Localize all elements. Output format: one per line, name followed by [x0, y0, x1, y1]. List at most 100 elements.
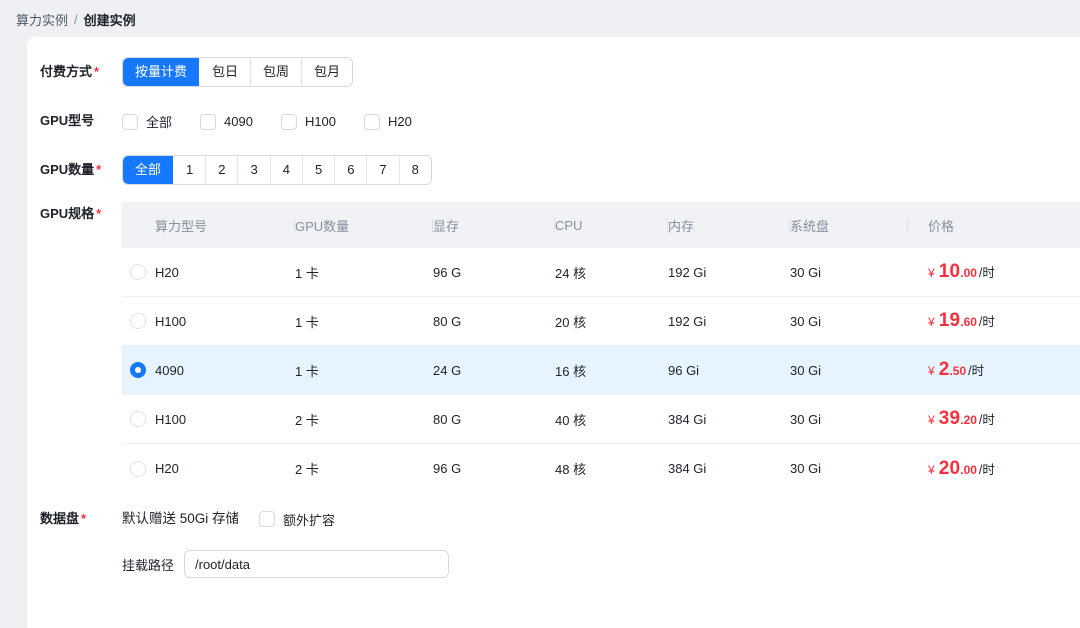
required-asterisk: * [81, 511, 86, 526]
spec-table-row-3[interactable]: H1002 卡80 G40 核384 Gi30 Gi¥39.20/时 [122, 395, 1080, 444]
spec-radio-0[interactable] [130, 264, 146, 280]
gpu-model-option-0[interactable]: 全部 [122, 112, 172, 131]
price-integer: 2 [939, 359, 950, 381]
payment-method-label: 付费方式* [40, 57, 122, 87]
breadcrumb-separator: / [74, 12, 78, 27]
spec-cell-memory: 384 Gi [668, 461, 790, 476]
gpu-count-option-3[interactable]: 3 [237, 156, 269, 184]
price-unit: /时 [979, 409, 995, 428]
spec-cell-cpu: 20 核 [555, 312, 668, 331]
spec-cell-cpu: 24 核 [555, 263, 668, 282]
extra-expand-label: 额外扩容 [283, 510, 335, 529]
spec-radio-cell [122, 264, 155, 280]
price-decimal: .50 [949, 364, 966, 378]
gpu-count-option-1[interactable]: 1 [173, 156, 205, 184]
gpu-count-row: GPU数量* 全部12345678 [27, 155, 1080, 185]
spec-header-col-0: 算力型号 [155, 216, 295, 235]
price-decimal: .00 [960, 463, 977, 477]
gpu-model-checkbox-1[interactable] [200, 114, 216, 130]
required-asterisk: * [94, 64, 99, 79]
gpu-model-label: GPU型号 [40, 112, 122, 129]
spec-cell-price: ¥19.60/时 [908, 310, 1080, 332]
spec-cell-gpu_count: 2 卡 [295, 410, 433, 429]
spec-radio-1[interactable] [130, 313, 146, 329]
gpu-model-option-1[interactable]: 4090 [200, 114, 253, 130]
create-instance-form-card: 付费方式* 按量计费包日包周包月 GPU型号 全部 4090 H100 H20 GPU… [27, 37, 1080, 628]
spec-cell-price: ¥10.00/时 [908, 261, 1080, 283]
extra-expand-option[interactable]: 额外扩容 [259, 510, 335, 529]
spec-cell-gpu_count: 1 卡 [295, 263, 433, 282]
gpu-count-option-7[interactable]: 7 [366, 156, 398, 184]
payment-option-0[interactable]: 按量计费 [123, 58, 199, 86]
spec-cell-system_disk: 30 Gi [790, 314, 908, 329]
payment-option-2[interactable]: 包周 [250, 58, 301, 86]
mount-path-input[interactable] [184, 550, 449, 578]
mount-path-content: 挂载路径 [122, 550, 449, 578]
spec-radio-2[interactable] [130, 362, 146, 378]
spec-header-col-1: GPU数量 [295, 216, 433, 235]
spec-cell-model: 4090 [155, 363, 295, 378]
spec-cell-vram: 80 G [433, 412, 555, 427]
gpu-model-checkbox-0[interactable] [122, 114, 138, 130]
spec-cell-gpu_count: 2 卡 [295, 459, 433, 478]
spec-radio-3[interactable] [130, 411, 146, 427]
spec-table-header: 算力型号GPU数量显存CPU内存系统盘价格 [122, 202, 1080, 248]
gpu-model-checkbox-2[interactable] [281, 114, 297, 130]
gpu-count-option-4[interactable]: 4 [270, 156, 302, 184]
gpu-model-option-label: 全部 [146, 112, 172, 131]
spec-radio-cell [122, 362, 155, 378]
spec-cell-gpu_count: 1 卡 [295, 361, 433, 380]
price-decimal: .60 [960, 315, 977, 329]
spec-cell-cpu: 16 核 [555, 361, 668, 380]
gpu-model-option-label: H100 [305, 114, 336, 129]
gpu-model-option-label: H20 [388, 114, 412, 129]
spec-cell-system_disk: 30 Gi [790, 265, 908, 280]
gpu-model-option-3[interactable]: H20 [364, 114, 412, 130]
data-disk-label: 数据盘* [40, 509, 122, 529]
spec-cell-vram: 96 G [433, 461, 555, 476]
gpu-spec-table: 算力型号GPU数量显存CPU内存系统盘价格 H201 卡96 G24 核192 … [122, 202, 1080, 493]
gpu-count-option-2[interactable]: 2 [205, 156, 237, 184]
spec-table-row-2[interactable]: 40901 卡24 G16 核96 Gi30 Gi¥2.50/时 [122, 346, 1080, 395]
extra-expand-checkbox[interactable] [259, 511, 275, 527]
spec-cell-price: ¥39.20/时 [908, 408, 1080, 430]
data-disk-row: 数据盘* 默认赠送 50Gi 存储 额外扩容 [27, 509, 1080, 529]
gpu-count-label-text: GPU数量 [40, 162, 94, 177]
spec-cell-memory: 192 Gi [668, 265, 790, 280]
breadcrumb-parent[interactable]: 算力实例 [16, 10, 68, 29]
payment-option-1[interactable]: 包日 [199, 58, 250, 86]
gpu-count-label: GPU数量* [40, 155, 122, 185]
spec-radio-cell [122, 461, 155, 477]
breadcrumb-current: 创建实例 [84, 10, 136, 29]
payment-option-3[interactable]: 包月 [301, 58, 352, 86]
data-disk-label-text: 数据盘 [40, 511, 79, 526]
gpu-count-option-8[interactable]: 8 [399, 156, 431, 184]
gpu-count-group: 全部12345678 [122, 155, 432, 185]
gpu-model-checkbox-group: 全部 4090 H100 H20 [122, 112, 412, 131]
spec-cell-system_disk: 30 Gi [790, 363, 908, 378]
required-asterisk: * [96, 206, 101, 221]
gpu-count-option-5[interactable]: 5 [302, 156, 334, 184]
gpu-model-option-2[interactable]: H100 [281, 114, 336, 130]
spec-table-row-4[interactable]: H202 卡96 G48 核384 Gi30 Gi¥20.00/时 [122, 444, 1080, 493]
gpu-count-option-0[interactable]: 全部 [123, 156, 173, 184]
spec-cell-gpu_count: 1 卡 [295, 312, 433, 331]
price-integer: 19 [939, 310, 961, 332]
spec-cell-price: ¥2.50/时 [908, 359, 1080, 381]
gpu-model-row: GPU型号 全部 4090 H100 H20 [27, 112, 1080, 131]
spec-header-col-4: 内存 [668, 216, 790, 235]
spec-cell-cpu: 48 核 [555, 459, 668, 478]
price-unit: /时 [979, 459, 995, 478]
spec-table-row-1[interactable]: H1001 卡80 G20 核192 Gi30 Gi¥19.60/时 [122, 297, 1080, 346]
gpu-count-option-6[interactable]: 6 [334, 156, 366, 184]
spec-header-col-6: 价格 [908, 216, 1080, 235]
gpu-model-checkbox-3[interactable] [364, 114, 380, 130]
spec-cell-vram: 24 G [433, 363, 555, 378]
spec-radio-4[interactable] [130, 461, 146, 477]
spec-cell-model: H100 [155, 412, 295, 427]
spec-cell-memory: 192 Gi [668, 314, 790, 329]
price-integer: 39 [939, 408, 961, 430]
spec-table-row-0[interactable]: H201 卡96 G24 核192 Gi30 Gi¥10.00/时 [122, 248, 1080, 297]
spec-cell-memory: 384 Gi [668, 412, 790, 427]
breadcrumb: 算力实例 / 创建实例 [16, 10, 136, 29]
